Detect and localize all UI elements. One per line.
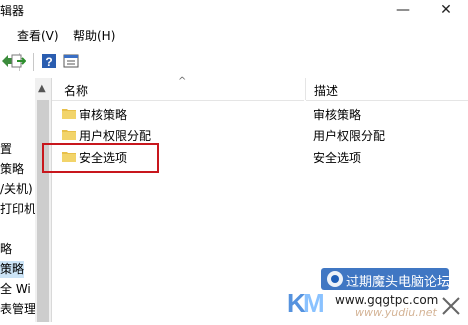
watermark-url-secondary: www.yudiu.net bbox=[355, 306, 437, 319]
toolbar: ? bbox=[0, 48, 468, 76]
item-name: 用户权限分配 bbox=[79, 129, 152, 143]
menu-help[interactable]: 帮助(H) bbox=[73, 27, 115, 44]
watermark-url: www.gqgtpc.com bbox=[335, 293, 439, 307]
tree-item[interactable]: 策略 bbox=[0, 161, 24, 178]
folder-icon bbox=[62, 109, 76, 119]
highlight-box bbox=[42, 143, 159, 173]
item-description: 安全选项 bbox=[313, 151, 362, 165]
item-description: 用户权限分配 bbox=[313, 129, 386, 143]
column-header-description[interactable]: 描述 bbox=[306, 78, 468, 101]
help-icon[interactable]: ? bbox=[41, 53, 57, 69]
column-description-label: 描述 bbox=[314, 84, 339, 98]
window-title: 辑器 bbox=[0, 4, 25, 18]
tree-item[interactable]: 置 bbox=[0, 141, 12, 158]
menu-bar: 查看(V) 帮助(H) bbox=[0, 24, 468, 46]
tree-scrollbar[interactable]: ▲ bbox=[35, 78, 51, 322]
tree-item[interactable]: /关机) bbox=[0, 181, 33, 198]
toolbar-separator bbox=[33, 53, 34, 71]
svg-text:?: ? bbox=[45, 55, 52, 69]
minimize-button[interactable]: — bbox=[382, 0, 424, 21]
tree-item[interactable]: 打印机 bbox=[0, 201, 36, 218]
title-bar: 辑器 — ✕ bbox=[0, 0, 468, 21]
tree-item[interactable]: 略 bbox=[0, 241, 12, 258]
sort-ascending-icon: ^ bbox=[178, 76, 187, 87]
menu-view[interactable]: 查看(V) bbox=[17, 27, 59, 44]
export-list-icon[interactable] bbox=[10, 53, 26, 69]
column-name-label: 名称 bbox=[64, 84, 89, 98]
site-watermark: K M 过期魔头电脑论坛 www.gqgtpc.com www.yudiu.ne… bbox=[283, 268, 468, 322]
scroll-thumb[interactable] bbox=[37, 100, 49, 322]
tree-item[interactable]: 表管理 bbox=[0, 301, 36, 318]
item-description: 审核策略 bbox=[313, 108, 362, 122]
properties-icon[interactable] bbox=[63, 53, 79, 69]
item-name: 审核策略 bbox=[79, 108, 128, 122]
tree-item[interactable]: 全 Wi bbox=[0, 281, 31, 298]
list-item[interactable]: 审核策略 审核策略 bbox=[60, 104, 460, 124]
folder-icon bbox=[62, 130, 76, 140]
close-button[interactable]: ✕ bbox=[425, 0, 467, 21]
watermark-forum-name: 过期魔头电脑论坛 bbox=[346, 275, 451, 290]
list-item[interactable]: 用户权限分配 用户权限分配 bbox=[60, 125, 460, 145]
svg-text:M: M bbox=[303, 288, 325, 318]
tree-item-selected[interactable]: 策略 bbox=[0, 261, 25, 278]
scroll-up-icon[interactable]: ▲ bbox=[38, 83, 46, 94]
column-header-name[interactable]: 名称 ^ bbox=[52, 76, 304, 101]
